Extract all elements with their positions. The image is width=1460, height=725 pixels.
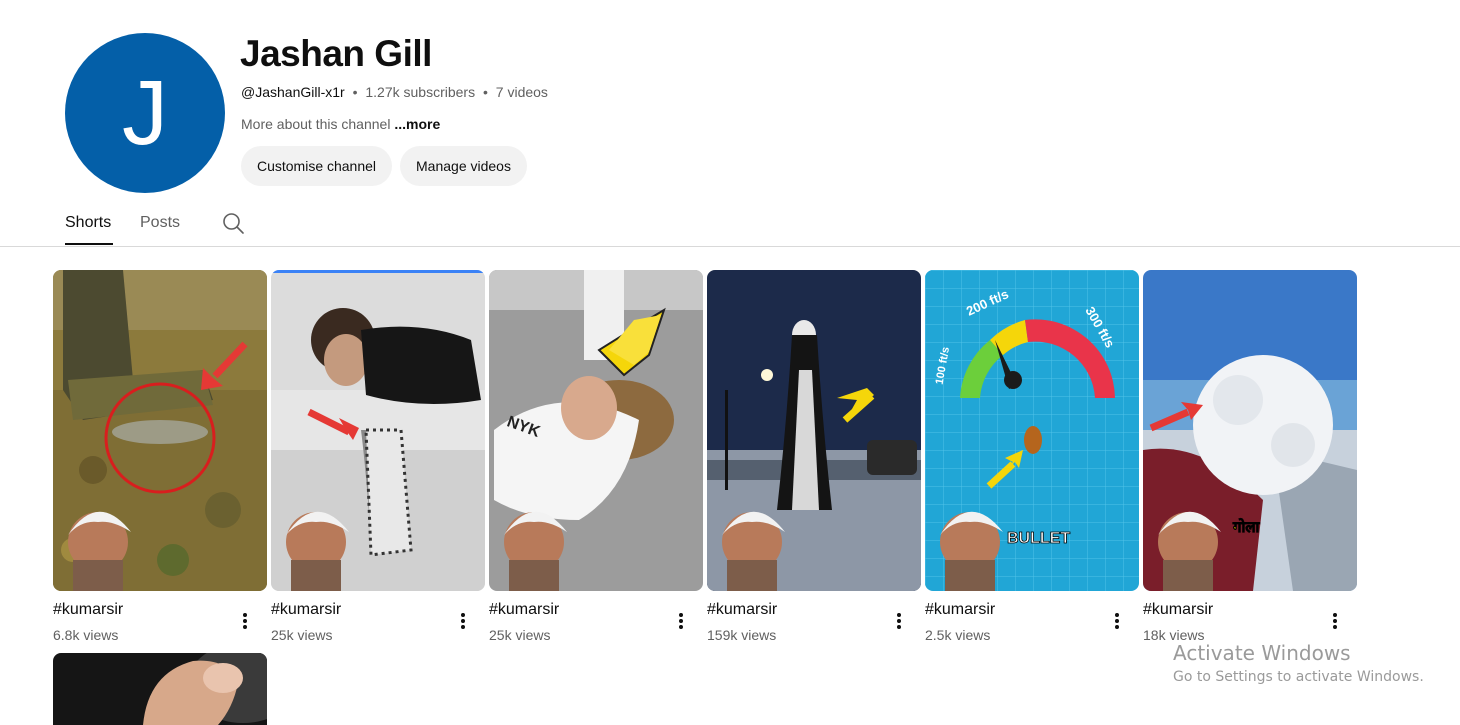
channel-handle: @JashanGill-x1r <box>241 84 345 100</box>
short-title[interactable]: #kumarsir <box>53 601 123 619</box>
short-title[interactable]: #kumarsir <box>1143 601 1213 619</box>
tab-posts[interactable]: Posts <box>140 214 180 232</box>
more-options-icon[interactable] <box>1327 611 1343 631</box>
short-thumbnail[interactable] <box>53 270 267 591</box>
watermark-title: Activate Windows <box>1173 641 1351 665</box>
tab-shorts[interactable]: Shorts <box>65 214 111 232</box>
short-card[interactable]: गोला #kumarsir 18k views <box>1143 270 1357 643</box>
customise-channel-button[interactable]: Customise channel <box>241 146 392 186</box>
short-title[interactable]: #kumarsir <box>489 601 559 619</box>
about-text: More about this channel <box>241 116 391 132</box>
separator-dot: • <box>482 84 488 100</box>
short-thumbnail[interactable]: 100 ft/s 200 ft/s 300 ft/s BULLET <box>925 270 1139 591</box>
active-tab-indicator <box>65 243 113 245</box>
avatar-letter: J <box>122 61 168 164</box>
short-card[interactable]: #kumarsir 6.8k views <box>53 270 267 643</box>
short-thumbnail[interactable] <box>707 270 921 591</box>
more-options-icon[interactable] <box>673 611 689 631</box>
short-thumbnail[interactable] <box>271 270 485 591</box>
subscriber-count: 1.27k subscribers <box>365 84 476 100</box>
short-views: 2.5k views <box>925 627 991 643</box>
channel-name: Jashan Gill <box>240 33 432 74</box>
channel-meta: @JashanGill-x1r • 1.27k subscribers • 7 … <box>241 84 548 100</box>
short-title[interactable]: #kumarsir <box>707 601 777 619</box>
watermark-subtitle: Go to Settings to activate Windows. <box>1173 669 1424 685</box>
short-title[interactable]: #kumarsir <box>271 601 341 619</box>
more-link[interactable]: ...more <box>394 116 440 132</box>
short-thumbnail[interactable]: गोला <box>1143 270 1357 591</box>
short-card[interactable]: NYK #kumarsir 25k views <box>489 270 703 643</box>
short-card[interactable]: 100 ft/s 200 ft/s 300 ft/s BULLET #kumar… <box>925 270 1139 643</box>
short-thumbnail[interactable]: NYK <box>489 270 703 591</box>
separator-dot: • <box>352 84 358 100</box>
channel-avatar[interactable]: J <box>65 33 225 193</box>
short-views: 6.8k views <box>53 627 119 643</box>
short-thumbnail[interactable] <box>53 653 267 725</box>
video-count: 7 videos <box>495 84 548 100</box>
short-title[interactable]: #kumarsir <box>925 601 995 619</box>
channel-tabs: Shorts Posts <box>0 200 1460 247</box>
more-options-icon[interactable] <box>237 611 253 631</box>
more-options-icon[interactable] <box>891 611 907 631</box>
more-options-icon[interactable] <box>1109 611 1125 631</box>
manage-videos-button[interactable]: Manage videos <box>400 146 527 186</box>
short-views: 159k views <box>707 627 777 643</box>
thumbnail-caption: गोला <box>1232 518 1261 536</box>
short-card[interactable]: #kumarsir 25k views <box>271 270 485 643</box>
short-views: 25k views <box>489 627 551 643</box>
search-icon[interactable] <box>221 211 245 235</box>
channel-about[interactable]: More about this channel ...more <box>241 116 440 132</box>
more-options-icon[interactable] <box>455 611 471 631</box>
thumbnail-caption: BULLET <box>1007 530 1070 547</box>
short-card[interactable]: #kumarsir 159k views <box>707 270 921 643</box>
short-views: 25k views <box>271 627 333 643</box>
activate-windows-watermark: Activate Windows Go to Settings to activ… <box>1173 641 1424 685</box>
